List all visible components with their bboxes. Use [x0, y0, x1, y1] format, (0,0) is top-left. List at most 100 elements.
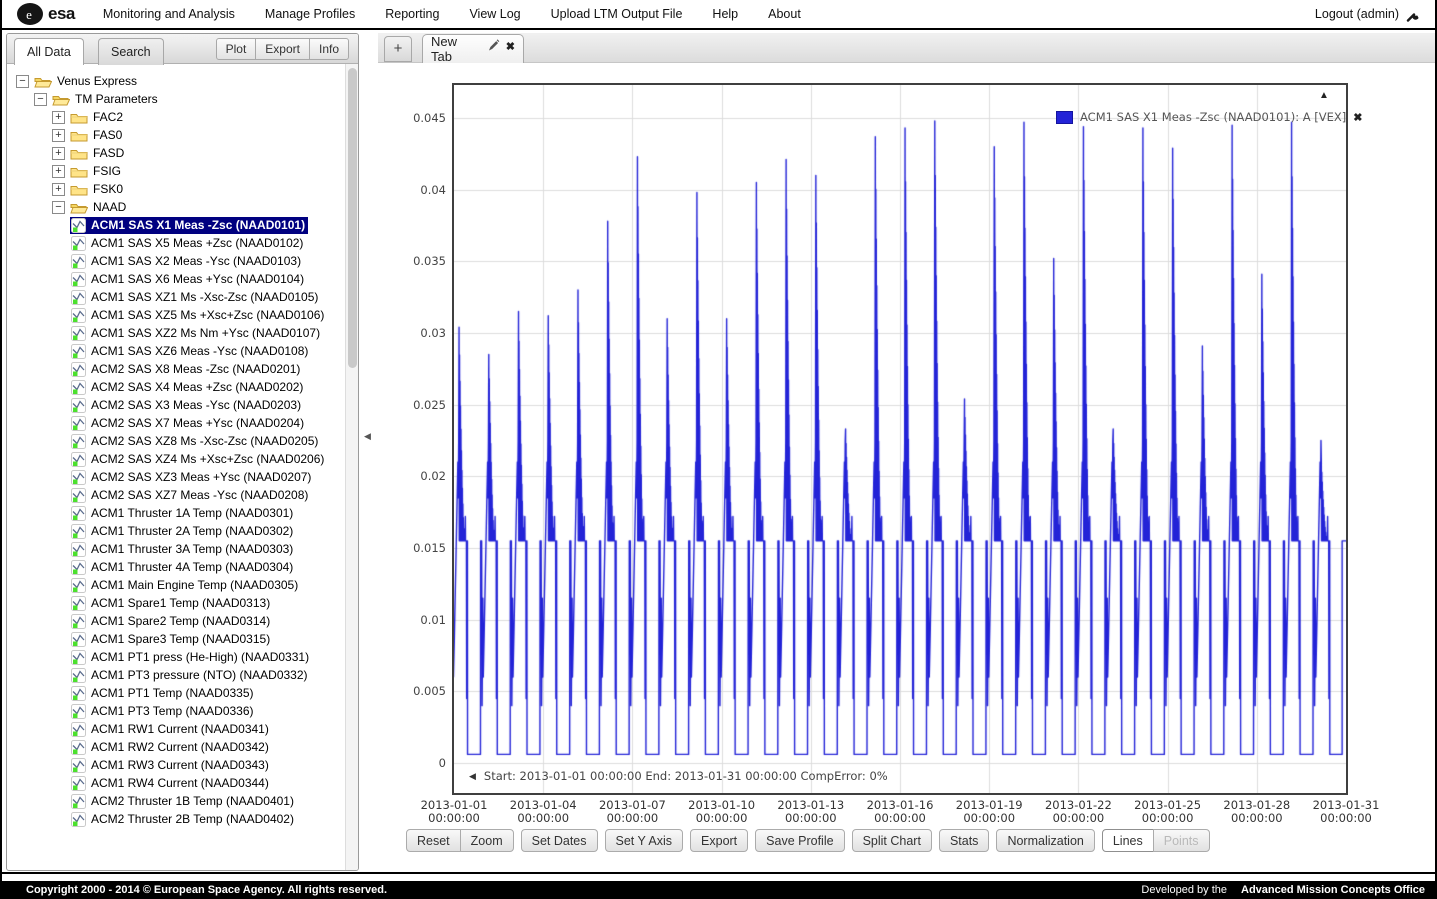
tree-parameter[interactable]: ACM2 SAS X8 Meas -Zsc (NAAD0201) [70, 361, 303, 378]
tree-parameter[interactable]: ACM1 SAS XZ5 Ms +Xsc+Zsc (NAAD0106) [70, 307, 327, 324]
tree-parameter-label[interactable]: ACM1 SAS XZ6 Meas -Ysc (NAAD0108) [91, 344, 308, 358]
normalization-button[interactable]: Normalization [996, 829, 1094, 852]
tree-parameter[interactable]: ACM2 SAS XZ8 Ms -Xsc-Zsc (NAAD0205) [70, 433, 321, 450]
tab-new-tab[interactable]: New Tab ✖ [422, 34, 524, 63]
tree-parameter[interactable]: ACM1 RW1 Current (NAAD0341) [70, 721, 272, 738]
tree-parameter-label[interactable]: ACM2 SAS XZ8 Ms -Xsc-Zsc (NAAD0205) [91, 434, 318, 448]
scroll-up-icon[interactable]: ▲ [1319, 90, 1329, 101]
expand-node-icon[interactable]: + [52, 183, 65, 196]
reset-button[interactable]: Reset [406, 829, 461, 852]
tree-parameter[interactable]: ACM2 Thruster 1B Temp (NAAD0401) [70, 793, 297, 810]
tree-parameter-label[interactable]: ACM2 SAS XZ7 Meas -Ysc (NAAD0208) [91, 488, 308, 502]
expand-node-icon[interactable]: + [52, 147, 65, 160]
menu-item-view-log[interactable]: View Log [469, 7, 520, 21]
menu-item-about[interactable]: About [768, 7, 801, 21]
tree-parameter-label[interactable]: ACM1 SAS X5 Meas +Zsc (NAAD0102) [91, 236, 303, 250]
tree-parameter[interactable]: ACM1 RW3 Current (NAAD0343) [70, 757, 272, 774]
tree-parameter[interactable]: ACM1 Thruster 4A Temp (NAAD0304) [70, 559, 296, 576]
tree-parameter-label[interactable]: ACM2 SAS X7 Meas +Ysc (NAAD0204) [91, 416, 304, 430]
set-dates-button[interactable]: Set Dates [521, 829, 598, 852]
tree-parameter-label[interactable]: ACM1 Thruster 3A Temp (NAAD0303) [91, 542, 293, 556]
menu-item-monitoring-and-analysis[interactable]: Monitoring and Analysis [103, 7, 235, 21]
save-profile-button[interactable]: Save Profile [755, 829, 844, 852]
tree-scrollbar[interactable] [345, 64, 358, 871]
collapse-panel-icon[interactable]: ◀ [364, 431, 371, 442]
set-y-axis-button[interactable]: Set Y Axis [605, 829, 684, 852]
tree-parameter-label[interactable]: ACM1 PT3 Temp (NAAD0336) [91, 704, 254, 718]
tree-parameter[interactable]: ACM2 SAS XZ7 Meas -Ysc (NAAD0208) [70, 487, 311, 504]
add-tab-button[interactable]: + [384, 36, 412, 62]
tree-parameter[interactable]: ACM1 SAS X6 Meas +Ysc (NAAD0104) [70, 271, 307, 288]
tree-parameter[interactable]: ACM1 PT3 Temp (NAAD0336) [70, 703, 257, 720]
tree-parameter[interactable]: ACM1 Spare3 Temp (NAAD0315) [70, 631, 273, 648]
tree-folder-label[interactable]: FSIG [93, 164, 121, 178]
rename-tab-pencil-icon[interactable] [487, 39, 500, 52]
tree-parameter[interactable]: ACM1 Thruster 2A Temp (NAAD0302) [70, 523, 296, 540]
status-left-arrow-icon[interactable]: ◀ [469, 771, 476, 782]
tree-parameter[interactable]: ACM1 PT1 press (He-High) (NAAD0331) [70, 649, 312, 666]
tree-parameter-label[interactable]: ACM1 Main Engine Temp (NAAD0305) [91, 578, 298, 592]
tree-parameter-label[interactable]: ACM1 SAS XZ5 Ms +Xsc+Zsc (NAAD0106) [91, 308, 324, 322]
tree-parameter[interactable]: ACM2 Thruster 2B Temp (NAAD0402) [70, 811, 297, 828]
zoom-button[interactable]: Zoom [460, 829, 514, 852]
tree-parameter-label[interactable]: ACM2 SAS XZ4 Ms +Xsc+Zsc (NAAD0206) [91, 452, 324, 466]
plot-area[interactable] [454, 85, 1346, 793]
sidebar-tab-all-data[interactable]: All Data [14, 38, 84, 65]
tree-parameter-label[interactable]: ACM1 RW1 Current (NAAD0341) [91, 722, 269, 736]
export-button[interactable]: Export [690, 829, 748, 852]
tree-folder-label[interactable]: TM Parameters [75, 92, 158, 106]
tree-folder-label[interactable]: FSK0 [93, 182, 123, 196]
collapse-node-icon[interactable]: − [52, 201, 65, 214]
tree-parameter-label[interactable]: ACM1 SAS X6 Meas +Ysc (NAAD0104) [91, 272, 304, 286]
tree-parameter-label[interactable]: ACM2 SAS XZ3 Meas +Ysc (NAAD0207) [91, 470, 311, 484]
tree-parameter-label[interactable]: ACM2 Thruster 1B Temp (NAAD0401) [91, 794, 294, 808]
tree-parameter[interactable]: ACM1 SAS X2 Meas -Ysc (NAAD0103) [70, 253, 304, 270]
expand-node-icon[interactable]: + [52, 129, 65, 142]
tree-folder-label[interactable]: Venus Express [57, 74, 137, 88]
tree-parameter-label[interactable]: ACM1 Thruster 4A Temp (NAAD0304) [91, 560, 293, 574]
remove-series-icon[interactable]: ✖ [1353, 111, 1362, 124]
menu-item-upload-ltm-output-file[interactable]: Upload LTM Output File [551, 7, 683, 21]
tree-parameter[interactable]: ACM1 PT1 Temp (NAAD0335) [70, 685, 257, 702]
wrench-icon[interactable] [1406, 7, 1421, 22]
tree-parameter-label[interactable]: ACM1 RW3 Current (NAAD0343) [91, 758, 269, 772]
tree-parameter[interactable]: ACM1 PT3 pressure (NTO) (NAAD0332) [70, 667, 311, 684]
tree-folder-label[interactable]: NAAD [93, 200, 126, 214]
tree-parameter-label[interactable]: ACM1 SAS X1 Meas -Zsc (NAAD0101) [91, 218, 305, 232]
lines-button[interactable]: Lines [1102, 829, 1154, 852]
tree-parameter[interactable]: ACM1 SAS X5 Meas +Zsc (NAAD0102) [70, 235, 306, 252]
tree-parameter-label[interactable]: ACM1 Spare2 Temp (NAAD0314) [91, 614, 270, 628]
tree-parameter-label[interactable]: ACM1 SAS XZ2 Ms Nm +Ysc (NAAD0107) [91, 326, 320, 340]
tree-parameter-label[interactable]: ACM1 Thruster 1A Temp (NAAD0301) [91, 506, 293, 520]
collapse-node-icon[interactable]: − [16, 75, 29, 88]
menu-item-help[interactable]: Help [712, 7, 738, 21]
collapse-node-icon[interactable]: − [34, 93, 47, 106]
tree-parameter[interactable]: ACM1 Spare1 Temp (NAAD0313) [70, 595, 273, 612]
tree-parameter-label[interactable]: ACM1 PT1 Temp (NAAD0335) [91, 686, 254, 700]
tree-parameter[interactable]: ACM1 Thruster 3A Temp (NAAD0303) [70, 541, 296, 558]
tree-folder-label[interactable]: FAC2 [93, 110, 123, 124]
tree-parameter[interactable]: ACM1 Spare2 Temp (NAAD0314) [70, 613, 273, 630]
tree-parameter-label[interactable]: ACM1 SAS XZ1 Ms -Xsc-Zsc (NAAD0105) [91, 290, 318, 304]
menu-item-manage-profiles[interactable]: Manage Profiles [265, 7, 355, 21]
tree-parameter[interactable]: ACM1 Main Engine Temp (NAAD0305) [70, 577, 301, 594]
tree-parameter-label[interactable]: ACM1 Spare3 Temp (NAAD0315) [91, 632, 270, 646]
close-tab-icon[interactable]: ✖ [506, 40, 515, 53]
tree-parameter-label[interactable]: ACM2 SAS X4 Meas +Zsc (NAAD0202) [91, 380, 303, 394]
tree-parameter-label[interactable]: ACM2 SAS X3 Meas -Ysc (NAAD0203) [91, 398, 301, 412]
tree-folder-label[interactable]: FASD [93, 146, 124, 160]
tree-parameter-label[interactable]: ACM1 Spare1 Temp (NAAD0313) [91, 596, 270, 610]
tree-parameter-selected[interactable]: ACM1 SAS X1 Meas -Zsc (NAAD0101) [70, 217, 308, 234]
tree-parameter[interactable]: ACM1 RW2 Current (NAAD0342) [70, 739, 272, 756]
panel-splitter[interactable]: ◀ [360, 33, 378, 871]
tree-parameter-label[interactable]: ACM1 Thruster 2A Temp (NAAD0302) [91, 524, 293, 538]
tree-parameter-label[interactable]: ACM1 RW2 Current (NAAD0342) [91, 740, 269, 754]
tree-parameter-label[interactable]: ACM1 PT3 pressure (NTO) (NAAD0332) [91, 668, 308, 682]
tree-parameter[interactable]: ACM1 SAS XZ2 Ms Nm +Ysc (NAAD0107) [70, 325, 323, 342]
tree-parameter[interactable]: ACM2 SAS X7 Meas +Ysc (NAAD0204) [70, 415, 307, 432]
tree-parameter[interactable]: ACM2 SAS X4 Meas +Zsc (NAAD0202) [70, 379, 306, 396]
tree-parameter-label[interactable]: ACM1 SAS X2 Meas -Ysc (NAAD0103) [91, 254, 301, 268]
tree-parameter[interactable]: ACM1 SAS XZ1 Ms -Xsc-Zsc (NAAD0105) [70, 289, 321, 306]
plot-button[interactable]: Plot [216, 38, 257, 60]
tree-folder-label[interactable]: FAS0 [93, 128, 122, 142]
